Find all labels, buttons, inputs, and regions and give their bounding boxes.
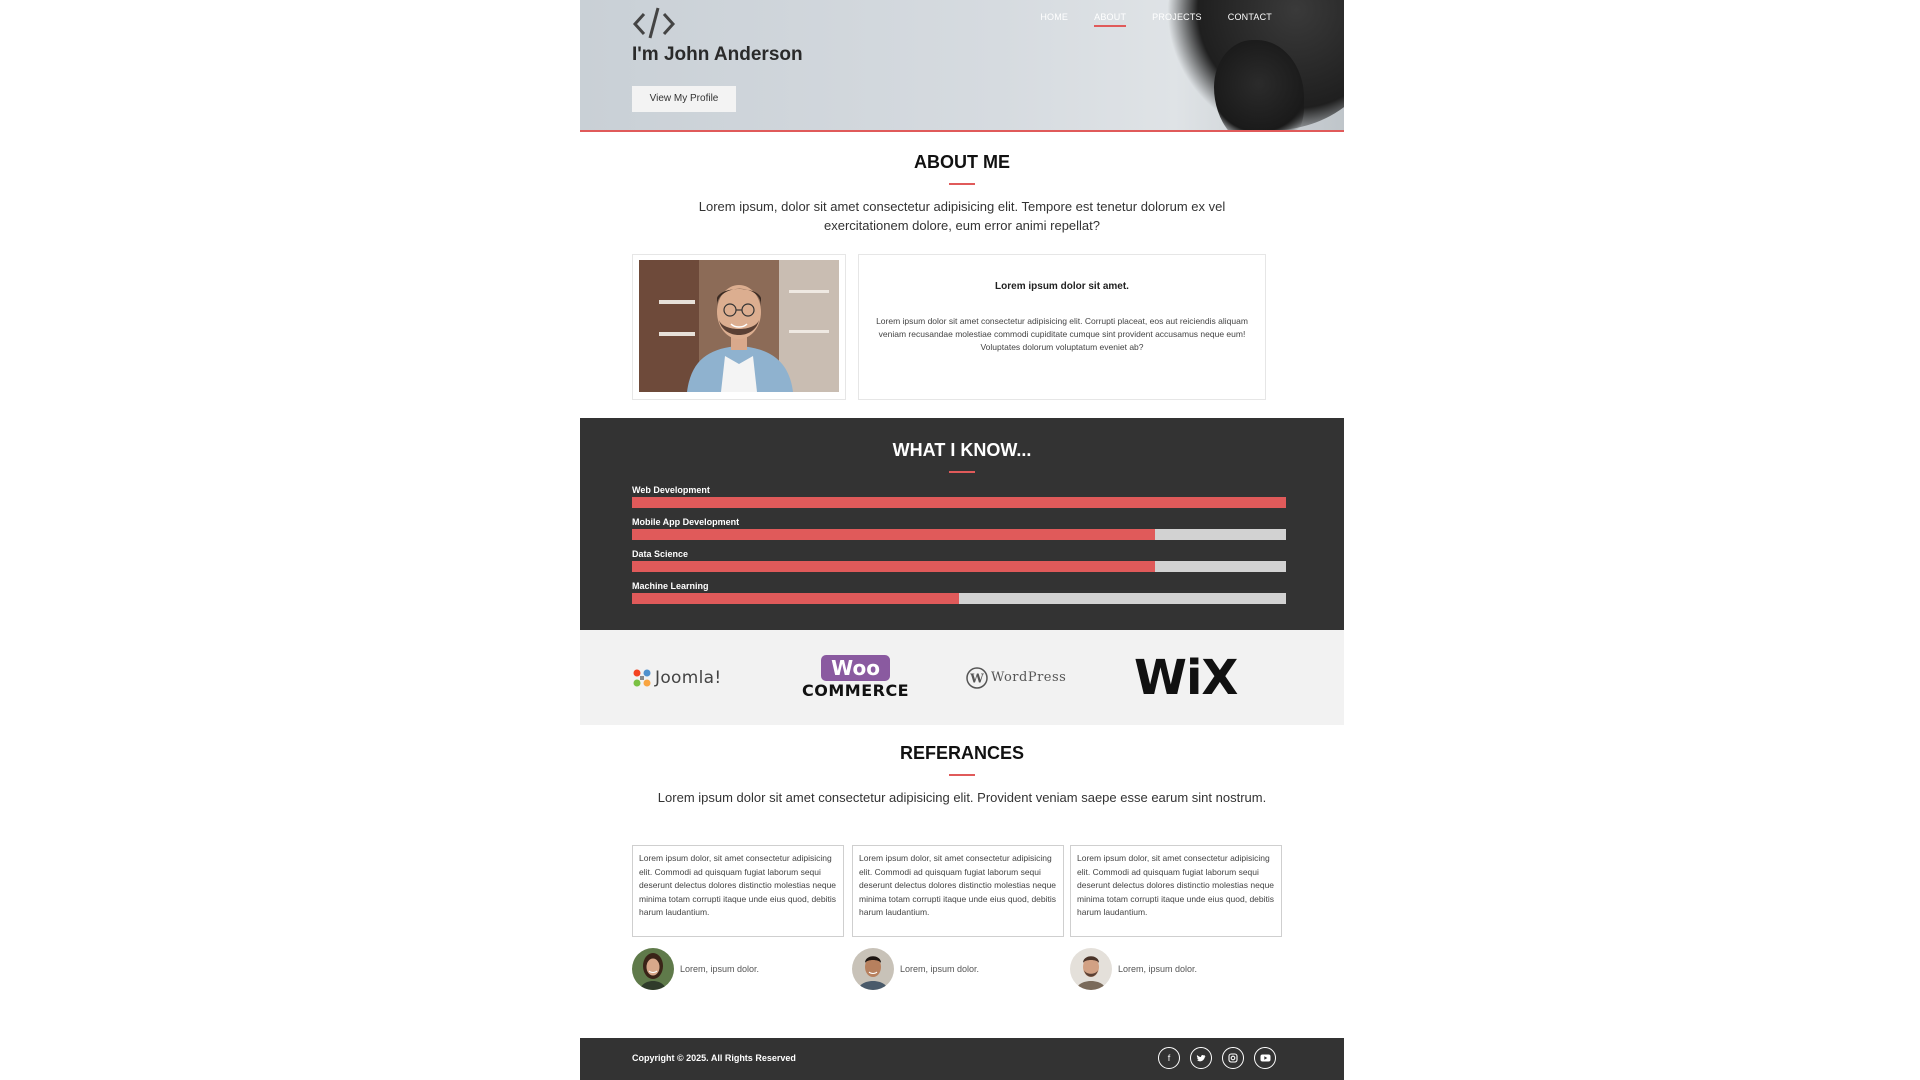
reference-author-name: Lorem, ipsum dolor. [1118, 964, 1198, 974]
reference-card: Lorem ipsum dolor, sit amet consectetur … [1070, 845, 1282, 937]
hero-header: HOME ABOUT PROJECTS CONTACT I'm John And… [580, 0, 1344, 132]
skill-progress-track [632, 497, 1286, 508]
avatar [852, 948, 894, 990]
social-links: f [1158, 1047, 1276, 1069]
about-photo-card [632, 254, 846, 400]
wordpress-icon: W [966, 666, 988, 689]
about-card-body: Lorem ipsum dolor sit amet consectetur a… [876, 316, 1248, 352]
instagram-icon[interactable] [1222, 1047, 1244, 1069]
woo-commerce-wordmark: COMMERCE [802, 681, 910, 700]
joomla-wordmark: Joomla! [655, 667, 722, 688]
joomla-icon [633, 669, 651, 686]
skill-label: Mobile App Development [632, 517, 740, 527]
skill-progress-fill [632, 561, 1156, 572]
wix-wordmark: WiX [1134, 649, 1238, 706]
footer: Copyright © 2025. All Rights Reserved f [580, 1038, 1344, 1080]
skill-progress-track [632, 593, 1286, 604]
skill-progress-fill [632, 593, 959, 604]
reference-author: Lorem, ipsum dolor. [852, 948, 979, 990]
skill-label: Machine Learning [632, 581, 709, 591]
skill-progress-track [632, 561, 1286, 572]
brand-logos-strip: Joomla! Woo COMMERCE W WordPress WiX [580, 630, 1344, 725]
skill-mobile-app-development: Mobile App Development [632, 516, 1286, 540]
skill-label: Web Development [632, 485, 710, 495]
view-profile-button[interactable]: View My Profile [632, 86, 736, 112]
about-title-rule [949, 183, 975, 185]
references-title: REFERANCES [899, 743, 1024, 763]
avatar [1070, 948, 1112, 990]
footer-copyright: Copyright © 2025. All Rights Reserved [632, 1053, 796, 1063]
about-text-card: Lorem ipsum dolor sit amet. Lorem ipsum … [858, 254, 1266, 400]
nav-item-about[interactable]: ABOUT [1094, 12, 1127, 27]
reference-author: Lorem, ipsum dolor. [1070, 948, 1197, 990]
skill-progress-track [632, 529, 1286, 540]
youtube-icon[interactable] [1254, 1047, 1276, 1069]
reference-author-name: Lorem, ipsum dolor. [900, 964, 980, 974]
references-title-rule [949, 774, 975, 776]
about-lead: Lorem ipsum, dolor sit amet consectetur … [698, 199, 1226, 233]
skill-machine-learning: Machine Learning [632, 580, 1286, 604]
references-lead: Lorem ipsum dolor sit amet consectetur a… [657, 790, 1267, 805]
skill-progress-fill [632, 497, 1286, 508]
nav-item-home[interactable]: HOME [1040, 12, 1068, 27]
hero-name: I'm John Anderson [632, 44, 803, 65]
about-title: ABOUT ME [914, 152, 1010, 172]
skills-section: WHAT I KNOW... Web Development Mobile Ap… [580, 418, 1344, 630]
skill-data-science: Data Science [632, 548, 1286, 572]
skills-title: WHAT I KNOW... [892, 440, 1032, 460]
reference-card: Lorem ipsum dolor, sit amet consectetur … [852, 845, 1064, 937]
wordpress-wordmark: WordPress [991, 670, 1067, 685]
nav-item-contact[interactable]: CONTACT [1228, 12, 1272, 27]
woocommerce-logo: Woo COMMERCE [802, 630, 909, 725]
about-card-title: Lorem ipsum dolor sit amet. [995, 281, 1129, 292]
page: HOME ABOUT PROJECTS CONTACT I'm John And… [580, 0, 1344, 1080]
twitter-icon[interactable] [1190, 1047, 1212, 1069]
facebook-icon[interactable]: f [1158, 1047, 1180, 1069]
profile-photo [639, 260, 839, 392]
skill-progress-fill [632, 529, 1156, 540]
code-brackets-icon[interactable] [632, 4, 676, 42]
wix-logo: WiX [1134, 630, 1238, 725]
skill-label: Data Science [632, 549, 689, 559]
skills-title-rule [949, 471, 975, 473]
reference-card: Lorem ipsum dolor, sit amet consectetur … [632, 845, 844, 937]
main-nav: HOME ABOUT PROJECTS CONTACT [1040, 12, 1272, 27]
joomla-logo: Joomla! [632, 630, 721, 725]
nav-item-projects[interactable]: PROJECTS [1152, 12, 1202, 27]
reference-author: Lorem, ipsum dolor. [632, 948, 759, 990]
skill-web-development: Web Development [632, 484, 1286, 508]
avatar [632, 948, 674, 990]
svg-text:W: W [969, 671, 984, 685]
woo-badge: Woo [821, 655, 890, 681]
wordpress-logo: W WordPress [966, 630, 1066, 725]
reference-author-name: Lorem, ipsum dolor. [680, 964, 760, 974]
